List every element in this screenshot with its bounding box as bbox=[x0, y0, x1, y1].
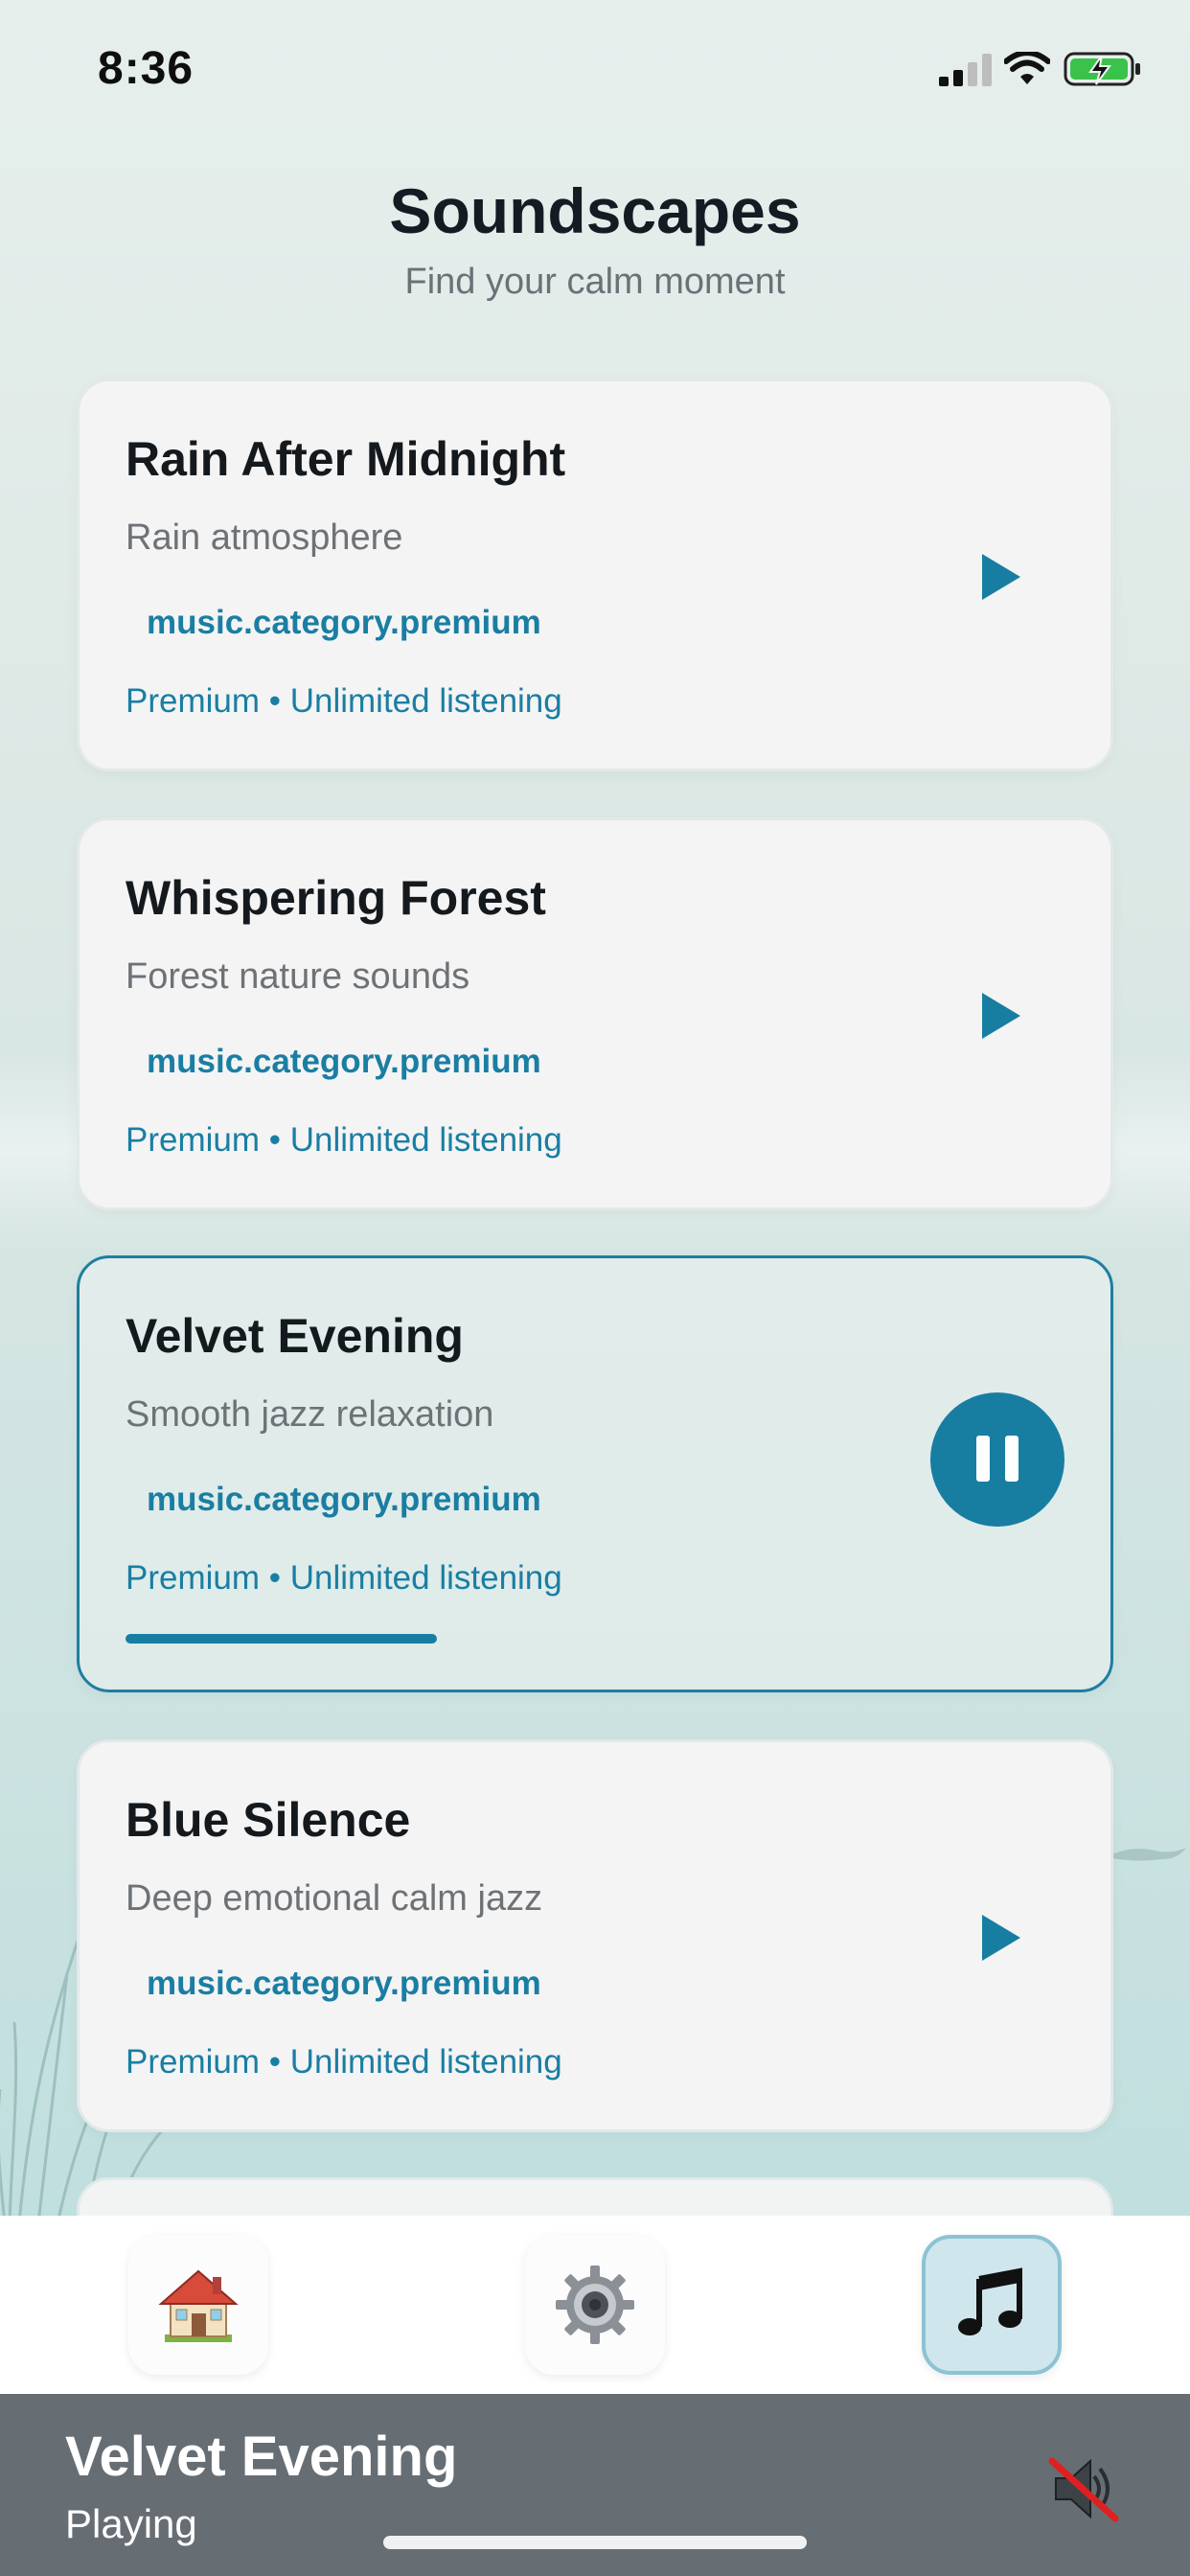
heron-silhouette bbox=[1107, 1848, 1186, 1861]
track-category: music.category.premium bbox=[147, 604, 541, 641]
track-meta: Premium • Unlimited listening bbox=[126, 1121, 562, 1159]
track-description: Deep emotional calm jazz bbox=[126, 1878, 543, 1919]
track-title: Velvet Evening bbox=[126, 1309, 464, 1363]
track-meta: Premium • Unlimited listening bbox=[126, 1559, 562, 1597]
track-title: Whispering Forest bbox=[126, 871, 546, 925]
play-icon[interactable] bbox=[978, 552, 1024, 602]
track-category: music.category.premium bbox=[147, 1481, 541, 1518]
pause-icon bbox=[976, 1436, 990, 1482]
progress-bar bbox=[126, 1634, 437, 1644]
track-card-whispering-forest[interactable]: Whispering Forest Forest nature sounds m… bbox=[77, 817, 1113, 1210]
track-card-velvet-evening[interactable]: Velvet Evening Smooth jazz relaxation mu… bbox=[77, 1255, 1113, 1692]
tab-home[interactable] bbox=[128, 2235, 268, 2375]
home-indicator bbox=[383, 2536, 807, 2549]
play-icon[interactable] bbox=[978, 1913, 1024, 1963]
track-meta: Premium • Unlimited listening bbox=[126, 2043, 562, 2081]
now-playing-status: Playing bbox=[65, 2501, 197, 2546]
gear-icon bbox=[556, 2266, 634, 2344]
music-note-icon bbox=[958, 2267, 1022, 2335]
track-description: Smooth jazz relaxation bbox=[126, 1394, 494, 1435]
wifi-icon bbox=[1004, 52, 1050, 84]
track-category: music.category.premium bbox=[147, 1965, 541, 2002]
track-meta: Premium • Unlimited listening bbox=[126, 682, 562, 720]
page-subtitle: Find your calm moment bbox=[404, 262, 786, 302]
track-title: Rain After Midnight bbox=[126, 432, 566, 486]
page-title: Soundscapes bbox=[389, 175, 801, 246]
play-icon[interactable] bbox=[978, 991, 1024, 1041]
now-playing-title: Velvet Evening bbox=[65, 2426, 458, 2488]
track-card-rain-after-midnight[interactable]: Rain After Midnight Rain atmosphere musi… bbox=[77, 379, 1113, 771]
speaker-muted-icon[interactable] bbox=[1046, 2451, 1121, 2526]
tab-music[interactable] bbox=[922, 2235, 1062, 2375]
status-time: 8:36 bbox=[98, 43, 195, 94]
status-bar: 8:36 bbox=[0, 0, 1190, 134]
track-card-blue-silence[interactable]: Blue Silence Deep emotional calm jazz mu… bbox=[77, 1739, 1113, 2132]
pause-icon-bar bbox=[1005, 1436, 1018, 1482]
track-description: Forest nature sounds bbox=[126, 956, 470, 997]
pause-button[interactable] bbox=[930, 1392, 1064, 1527]
track-description: Rain atmosphere bbox=[126, 518, 403, 558]
battery-charging-icon bbox=[1064, 52, 1140, 86]
track-title: Blue Silence bbox=[126, 1793, 411, 1847]
track-category: music.category.premium bbox=[147, 1043, 541, 1080]
house-icon bbox=[158, 2269, 239, 2342]
cellular-signal-icon bbox=[939, 54, 992, 86]
tab-settings[interactable] bbox=[525, 2235, 665, 2375]
page-header: Soundscapes Find your calm moment bbox=[0, 168, 1190, 303]
progress-track bbox=[126, 1634, 1068, 1644]
tab-bar bbox=[0, 2216, 1190, 2394]
